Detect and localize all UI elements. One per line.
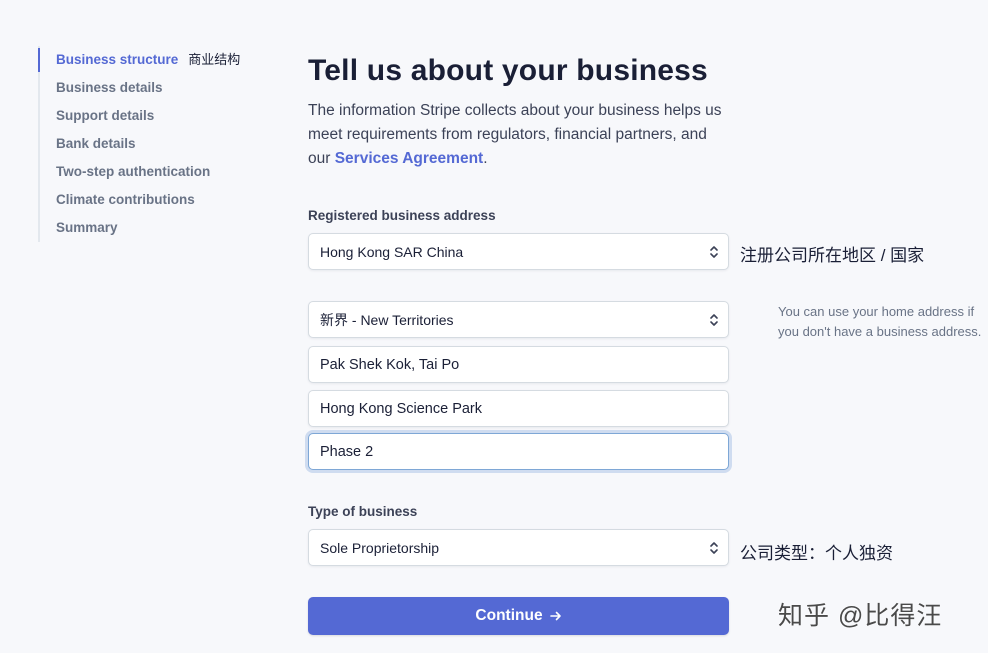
sidebar-item-label: Business details — [56, 80, 163, 95]
address-line1-input[interactable]: Pak Shek Kok, Tai Po — [308, 346, 729, 383]
sidebar-item-business-structure[interactable]: Business structure 商业结构 — [38, 46, 278, 74]
chevron-up-down-icon — [710, 313, 718, 326]
sidebar-item-label: Summary — [56, 220, 118, 235]
sidebar-item-label: Bank details — [56, 136, 136, 151]
sidebar-item-label: Climate contributions — [56, 192, 195, 207]
continue-button[interactable]: Continue — [308, 597, 729, 635]
business-type-select[interactable]: Sole Proprietorship — [308, 529, 729, 566]
business-type-value: Sole Proprietorship — [320, 539, 440, 556]
sidebar-item-climate-contributions[interactable]: Climate contributions — [40, 186, 278, 214]
sidebar-item-label: Support details — [56, 108, 155, 123]
type-of-business-label: Type of business — [308, 504, 418, 519]
sidebar-item-label: Business structure — [56, 52, 179, 67]
address-line1-value: Pak Shek Kok, Tai Po — [320, 356, 460, 373]
page-title: Tell us about your business — [308, 54, 708, 87]
sidebar-item-support-details[interactable]: Support details — [40, 102, 278, 130]
address-label: Registered business address — [308, 208, 496, 223]
country-annotation: 注册公司所在地区 / 国家 — [740, 246, 925, 265]
sidebar-item-label: Two-step authentication — [56, 164, 211, 179]
address-hint: You can use your home address if you don… — [778, 304, 982, 339]
region-value: 新界 - New Territories — [320, 311, 454, 328]
sidebar-item-two-step-authentication[interactable]: Two-step authentication — [40, 158, 278, 186]
watermark: 知乎 @比得汪 — [778, 602, 943, 630]
sidebar-item-business-details[interactable]: Business details — [40, 74, 278, 102]
address-line3-input[interactable]: Phase 2 — [308, 433, 729, 470]
country-value: Hong Kong SAR China — [320, 243, 464, 260]
intro-text: The information Stripe collects about yo… — [308, 102, 722, 167]
region-select[interactable]: 新界 - New Territories — [308, 301, 729, 338]
chevron-up-down-icon — [710, 245, 718, 258]
sidebar-item-bank-details[interactable]: Bank details — [40, 130, 278, 158]
address-line2-value: Hong Kong Science Park — [320, 400, 483, 417]
continue-label: Continue — [475, 607, 543, 624]
chevron-up-down-icon — [710, 541, 718, 554]
business-type-annotation: 公司类型：个人独资 — [740, 544, 893, 563]
sidebar-annotation: 商业结构 — [188, 52, 241, 67]
sidebar-item-summary[interactable]: Summary — [40, 214, 278, 242]
arrow-right-icon — [549, 611, 561, 621]
country-select[interactable]: Hong Kong SAR China — [308, 233, 729, 270]
address-line2-input[interactable]: Hong Kong Science Park — [308, 390, 729, 427]
services-agreement-link[interactable]: Services Agreement — [335, 150, 483, 167]
address-line3-value: Phase 2 — [320, 443, 374, 460]
progress-sidebar: Business structure 商业结构 Business details … — [38, 46, 278, 242]
